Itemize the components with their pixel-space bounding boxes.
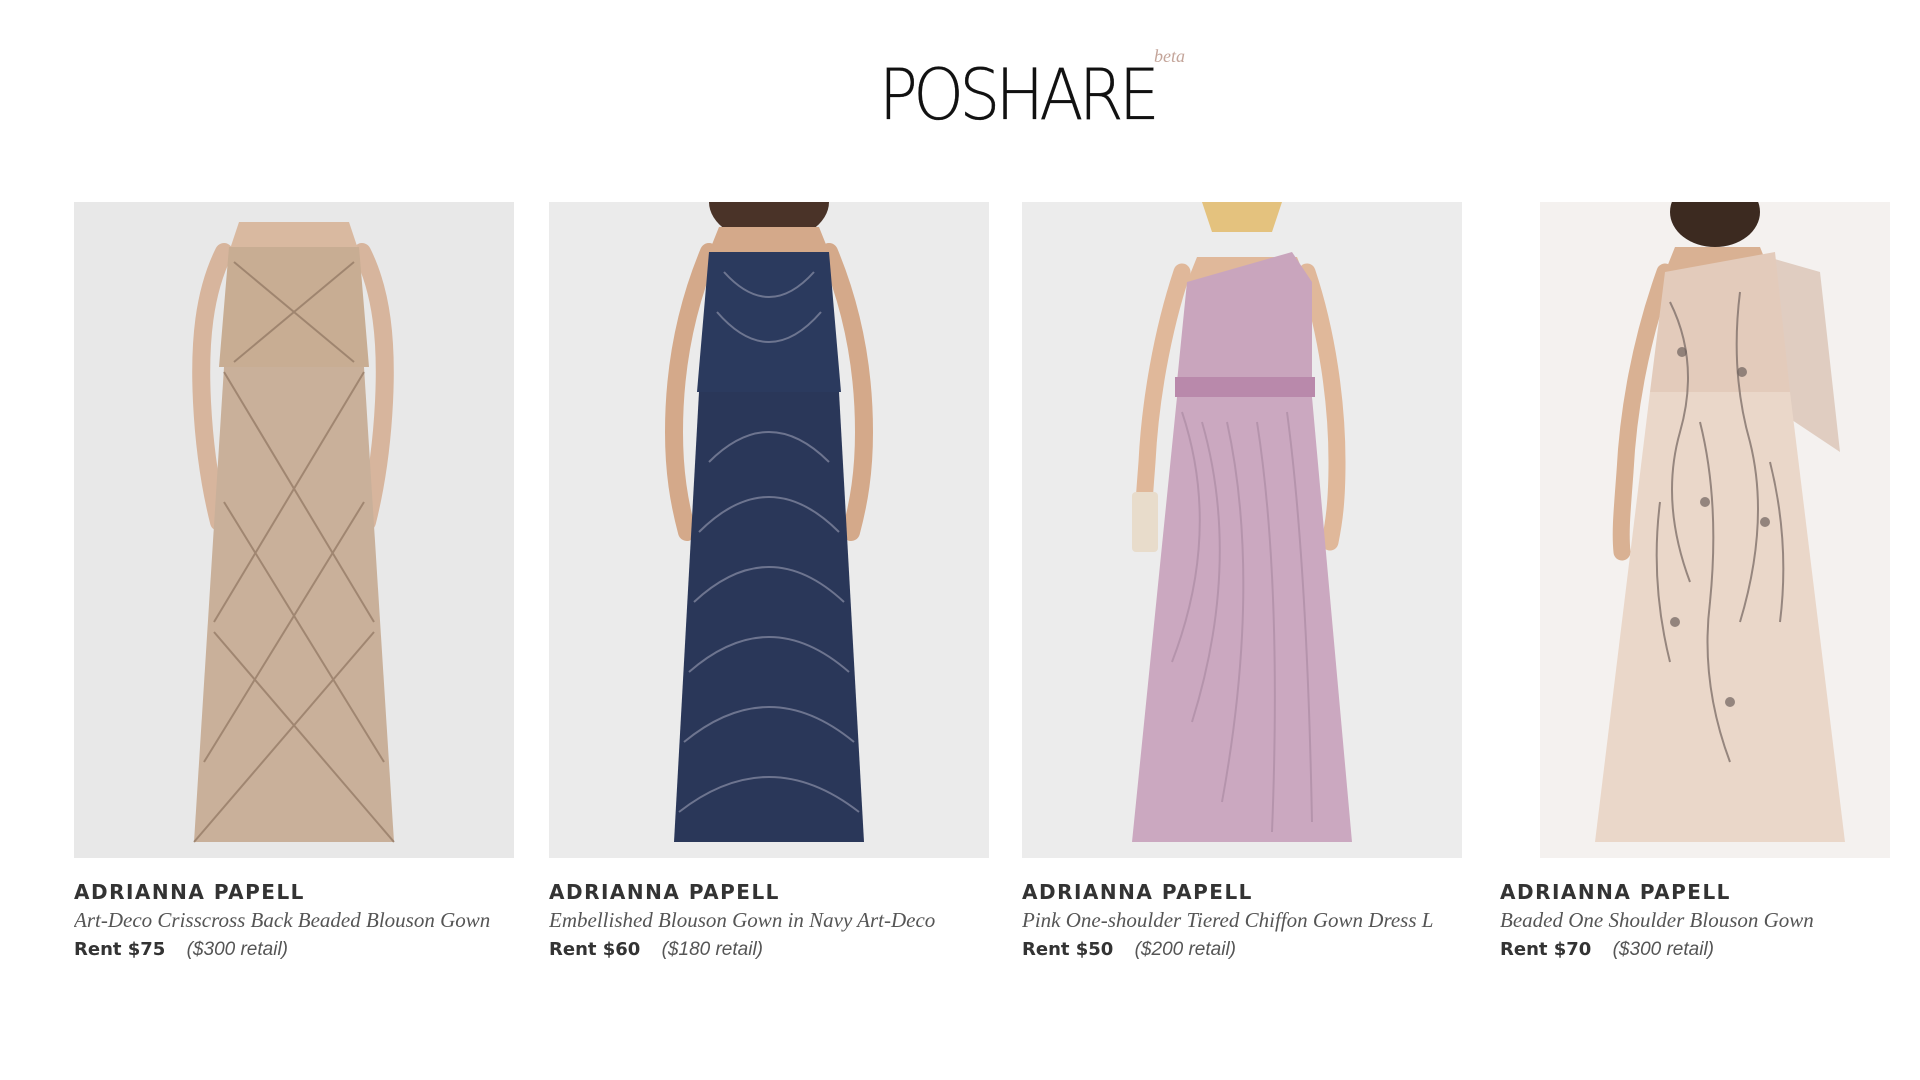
navy-beaded-gown-image — [549, 202, 989, 858]
product-brand[interactable]: ADRIANNA PAPELL — [1022, 880, 1462, 904]
rent-price: Rent $60 — [549, 939, 641, 960]
product-brand[interactable]: ADRIANNA PAPELL — [549, 880, 989, 904]
product-card[interactable]: ADRIANNA PAPELL Art-Deco Crisscross Back… — [74, 202, 514, 961]
retail-price: ($180 retail) — [661, 939, 763, 960]
price-row: Rent $75 ($300 retail) — [74, 939, 514, 961]
rent-price: Rent $75 — [74, 939, 166, 960]
product-name[interactable]: Beaded One Shoulder Blouson Gown — [1500, 908, 1920, 933]
beige-beaded-gown-image — [74, 202, 514, 858]
product-card[interactable]: ADRIANNA PAPELL Embellished Blouson Gown… — [549, 202, 989, 961]
product-card[interactable]: ADRIANNA PAPELL Beaded One Shoulder Blou… — [1500, 202, 1920, 961]
posshare-logo[interactable]: POSHARE beta — [879, 46, 1189, 130]
page: POSHARE beta ADRIANNA PAPELL Art-Deco Cr… — [0, 0, 1920, 1080]
product-name[interactable]: Pink One-shoulder Tiered Chiffon Gown Dr… — [1022, 908, 1462, 933]
price-row: Rent $60 ($180 retail) — [549, 939, 989, 961]
rent-price: Rent $50 — [1022, 939, 1114, 960]
product-image[interactable] — [1500, 202, 1920, 858]
product-image[interactable] — [549, 202, 989, 858]
beta-badge: beta — [1154, 46, 1185, 66]
retail-price: ($200 retail) — [1134, 939, 1236, 960]
product-name[interactable]: Art-Deco Crisscross Back Beaded Blouson … — [74, 908, 514, 933]
retail-price: ($300 retail) — [1612, 939, 1714, 960]
price-row: Rent $50 ($200 retail) — [1022, 939, 1462, 961]
product-brand[interactable]: ADRIANNA PAPELL — [74, 880, 514, 904]
rent-price: Rent $70 — [1500, 939, 1592, 960]
product-brand[interactable]: ADRIANNA PAPELL — [1500, 880, 1920, 904]
retail-price: ($300 retail) — [186, 939, 288, 960]
logo-text: POSHARE — [879, 54, 1160, 136]
blush-beaded-gown-image — [1500, 202, 1920, 858]
price-row: Rent $70 ($300 retail) — [1500, 939, 1920, 961]
product-name[interactable]: Embellished Blouson Gown in Navy Art-Dec… — [549, 908, 989, 933]
pink-chiffon-gown-image — [1022, 202, 1462, 858]
product-image[interactable] — [1022, 202, 1462, 858]
product-card[interactable]: ADRIANNA PAPELL Pink One-shoulder Tiered… — [1022, 202, 1462, 961]
product-image[interactable] — [74, 202, 514, 858]
